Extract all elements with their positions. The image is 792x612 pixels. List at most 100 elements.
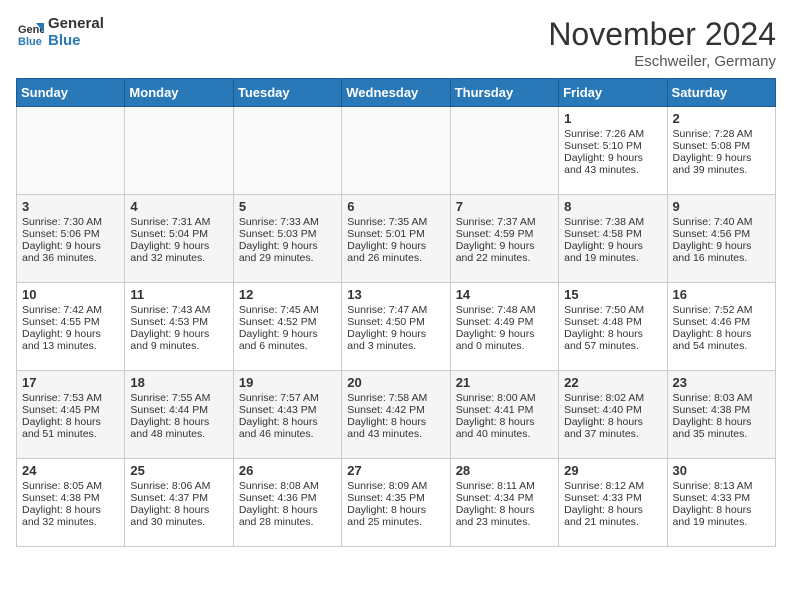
day-number: 22 bbox=[564, 375, 661, 390]
cell-w3-d6: 23Sunrise: 8:03 AMSunset: 4:38 PMDayligh… bbox=[667, 371, 775, 459]
daylight-text: Daylight: 9 hours and 32 minutes. bbox=[130, 240, 227, 264]
day-number: 24 bbox=[22, 463, 119, 478]
daylight-text: Daylight: 9 hours and 26 minutes. bbox=[347, 240, 444, 264]
daylight-text: Daylight: 9 hours and 36 minutes. bbox=[22, 240, 119, 264]
sunset-text: Sunset: 4:35 PM bbox=[347, 492, 444, 504]
daylight-text: Daylight: 9 hours and 6 minutes. bbox=[239, 328, 336, 352]
sunset-text: Sunset: 5:10 PM bbox=[564, 140, 661, 152]
header-thursday: Thursday bbox=[450, 79, 558, 107]
daylight-text: Daylight: 8 hours and 48 minutes. bbox=[130, 416, 227, 440]
sunrise-text: Sunrise: 7:47 AM bbox=[347, 304, 444, 316]
cell-w3-d2: 19Sunrise: 7:57 AMSunset: 4:43 PMDayligh… bbox=[233, 371, 341, 459]
week-row-4: 24Sunrise: 8:05 AMSunset: 4:38 PMDayligh… bbox=[17, 459, 776, 547]
day-number: 21 bbox=[456, 375, 553, 390]
daylight-text: Daylight: 8 hours and 54 minutes. bbox=[673, 328, 770, 352]
sunrise-text: Sunrise: 7:58 AM bbox=[347, 392, 444, 404]
cell-w0-d0 bbox=[17, 107, 125, 195]
day-number: 23 bbox=[673, 375, 770, 390]
cell-w3-d1: 18Sunrise: 7:55 AMSunset: 4:44 PMDayligh… bbox=[125, 371, 233, 459]
cell-w1-d4: 7Sunrise: 7:37 AMSunset: 4:59 PMDaylight… bbox=[450, 195, 558, 283]
sunset-text: Sunset: 5:06 PM bbox=[22, 228, 119, 240]
cell-w1-d6: 9Sunrise: 7:40 AMSunset: 4:56 PMDaylight… bbox=[667, 195, 775, 283]
sunrise-text: Sunrise: 8:05 AM bbox=[22, 480, 119, 492]
sunset-text: Sunset: 4:33 PM bbox=[564, 492, 661, 504]
sunrise-text: Sunrise: 7:53 AM bbox=[22, 392, 119, 404]
daylight-text: Daylight: 8 hours and 51 minutes. bbox=[22, 416, 119, 440]
week-row-2: 10Sunrise: 7:42 AMSunset: 4:55 PMDayligh… bbox=[17, 283, 776, 371]
sunrise-text: Sunrise: 7:52 AM bbox=[673, 304, 770, 316]
cell-w0-d3 bbox=[342, 107, 450, 195]
sunset-text: Sunset: 4:38 PM bbox=[22, 492, 119, 504]
daylight-text: Daylight: 8 hours and 25 minutes. bbox=[347, 504, 444, 528]
sunrise-text: Sunrise: 7:26 AM bbox=[564, 128, 661, 140]
day-number: 13 bbox=[347, 287, 444, 302]
sunrise-text: Sunrise: 7:31 AM bbox=[130, 216, 227, 228]
daylight-text: Daylight: 9 hours and 43 minutes. bbox=[564, 152, 661, 176]
sunrise-text: Sunrise: 7:38 AM bbox=[564, 216, 661, 228]
cell-w0-d5: 1Sunrise: 7:26 AMSunset: 5:10 PMDaylight… bbox=[559, 107, 667, 195]
daylight-text: Daylight: 8 hours and 37 minutes. bbox=[564, 416, 661, 440]
logo-general: General bbox=[48, 16, 104, 33]
header-monday: Monday bbox=[125, 79, 233, 107]
sunrise-text: Sunrise: 7:33 AM bbox=[239, 216, 336, 228]
daylight-text: Daylight: 8 hours and 46 minutes. bbox=[239, 416, 336, 440]
daylight-text: Daylight: 9 hours and 29 minutes. bbox=[239, 240, 336, 264]
sunrise-text: Sunrise: 7:37 AM bbox=[456, 216, 553, 228]
calendar-header-row: SundayMondayTuesdayWednesdayThursdayFrid… bbox=[17, 79, 776, 107]
sunset-text: Sunset: 4:43 PM bbox=[239, 404, 336, 416]
cell-w0-d6: 2Sunrise: 7:28 AMSunset: 5:08 PMDaylight… bbox=[667, 107, 775, 195]
sunset-text: Sunset: 4:34 PM bbox=[456, 492, 553, 504]
daylight-text: Daylight: 9 hours and 9 minutes. bbox=[130, 328, 227, 352]
sunset-text: Sunset: 4:40 PM bbox=[564, 404, 661, 416]
cell-w1-d5: 8Sunrise: 7:38 AMSunset: 4:58 PMDaylight… bbox=[559, 195, 667, 283]
cell-w3-d0: 17Sunrise: 7:53 AMSunset: 4:45 PMDayligh… bbox=[17, 371, 125, 459]
cell-w2-d5: 15Sunrise: 7:50 AMSunset: 4:48 PMDayligh… bbox=[559, 283, 667, 371]
day-number: 25 bbox=[130, 463, 227, 478]
cell-w0-d2 bbox=[233, 107, 341, 195]
day-number: 20 bbox=[347, 375, 444, 390]
header-sunday: Sunday bbox=[17, 79, 125, 107]
daylight-text: Daylight: 9 hours and 22 minutes. bbox=[456, 240, 553, 264]
sunset-text: Sunset: 4:42 PM bbox=[347, 404, 444, 416]
daylight-text: Daylight: 8 hours and 32 minutes. bbox=[22, 504, 119, 528]
daylight-text: Daylight: 8 hours and 21 minutes. bbox=[564, 504, 661, 528]
sunset-text: Sunset: 4:50 PM bbox=[347, 316, 444, 328]
sunrise-text: Sunrise: 8:12 AM bbox=[564, 480, 661, 492]
daylight-text: Daylight: 8 hours and 57 minutes. bbox=[564, 328, 661, 352]
cell-w2-d1: 11Sunrise: 7:43 AMSunset: 4:53 PMDayligh… bbox=[125, 283, 233, 371]
day-number: 12 bbox=[239, 287, 336, 302]
cell-w2-d2: 12Sunrise: 7:45 AMSunset: 4:52 PMDayligh… bbox=[233, 283, 341, 371]
cell-w4-d5: 29Sunrise: 8:12 AMSunset: 4:33 PMDayligh… bbox=[559, 459, 667, 547]
day-number: 3 bbox=[22, 199, 119, 214]
day-number: 14 bbox=[456, 287, 553, 302]
sunset-text: Sunset: 4:55 PM bbox=[22, 316, 119, 328]
day-number: 5 bbox=[239, 199, 336, 214]
day-number: 16 bbox=[673, 287, 770, 302]
cell-w4-d1: 25Sunrise: 8:06 AMSunset: 4:37 PMDayligh… bbox=[125, 459, 233, 547]
sunrise-text: Sunrise: 8:03 AM bbox=[673, 392, 770, 404]
daylight-text: Daylight: 8 hours and 19 minutes. bbox=[673, 504, 770, 528]
week-row-1: 3Sunrise: 7:30 AMSunset: 5:06 PMDaylight… bbox=[17, 195, 776, 283]
sunrise-text: Sunrise: 7:55 AM bbox=[130, 392, 227, 404]
day-number: 19 bbox=[239, 375, 336, 390]
day-number: 11 bbox=[130, 287, 227, 302]
sunset-text: Sunset: 4:45 PM bbox=[22, 404, 119, 416]
svg-text:Blue: Blue bbox=[18, 36, 42, 47]
header-tuesday: Tuesday bbox=[233, 79, 341, 107]
daylight-text: Daylight: 9 hours and 13 minutes. bbox=[22, 328, 119, 352]
sunset-text: Sunset: 4:33 PM bbox=[673, 492, 770, 504]
sunset-text: Sunset: 4:48 PM bbox=[564, 316, 661, 328]
sunset-text: Sunset: 5:04 PM bbox=[130, 228, 227, 240]
day-number: 8 bbox=[564, 199, 661, 214]
header-wednesday: Wednesday bbox=[342, 79, 450, 107]
week-row-0: 1Sunrise: 7:26 AMSunset: 5:10 PMDaylight… bbox=[17, 107, 776, 195]
day-number: 27 bbox=[347, 463, 444, 478]
calendar-table: SundayMondayTuesdayWednesdayThursdayFrid… bbox=[16, 78, 776, 547]
cell-w1-d0: 3Sunrise: 7:30 AMSunset: 5:06 PMDaylight… bbox=[17, 195, 125, 283]
header-friday: Friday bbox=[559, 79, 667, 107]
cell-w4-d2: 26Sunrise: 8:08 AMSunset: 4:36 PMDayligh… bbox=[233, 459, 341, 547]
month-title: November 2024 bbox=[548, 16, 776, 53]
logo-icon: General Blue bbox=[16, 19, 44, 47]
title-block: November 2024 Eschweiler, Germany bbox=[548, 16, 776, 70]
sunset-text: Sunset: 4:36 PM bbox=[239, 492, 336, 504]
